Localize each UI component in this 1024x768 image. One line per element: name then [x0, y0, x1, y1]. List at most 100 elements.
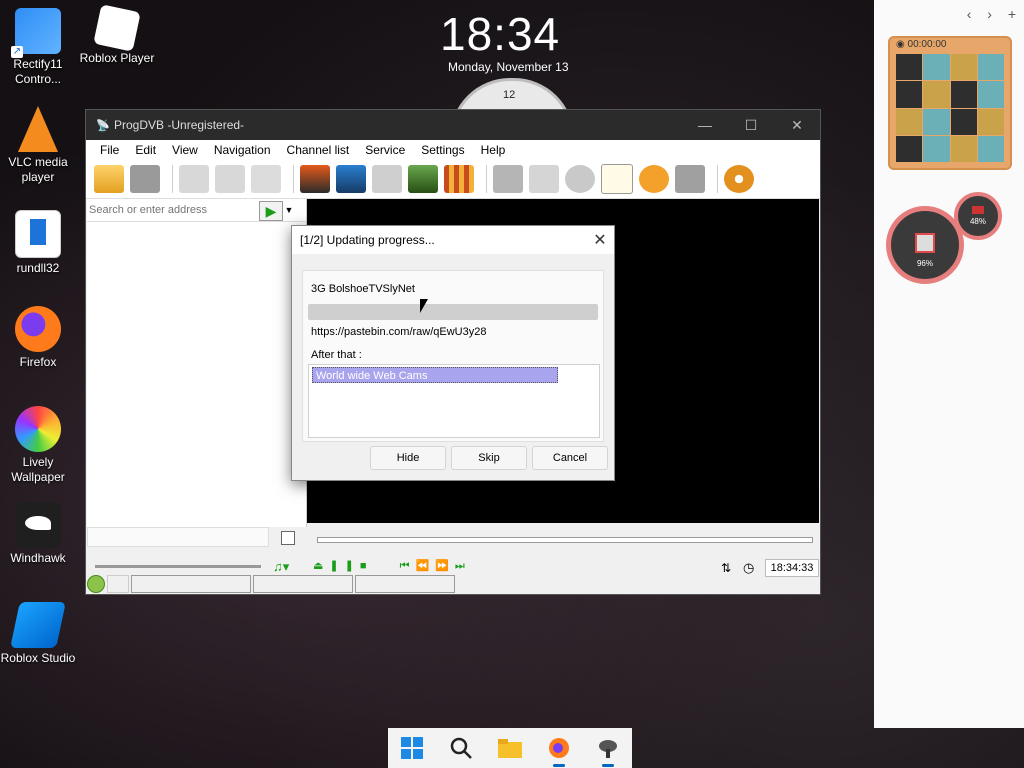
progdvb-taskbar-button[interactable] [594, 734, 622, 767]
tv-monitor-icon[interactable] [336, 165, 366, 193]
start-button[interactable] [398, 734, 426, 762]
disc-icon[interactable] [565, 165, 595, 193]
folder-icon [497, 739, 522, 758]
dialog-title: [1/2] Updating progress... [300, 233, 435, 247]
desktop-icon-roblox-studio[interactable]: Roblox Studio [0, 602, 76, 666]
window-titlebar[interactable]: 📡 ProgDVB -Unregistered- — ☐ ✕ [86, 110, 820, 140]
desktop-icon-vlc[interactable]: VLC media player [0, 106, 76, 185]
minimize-button[interactable]: — [682, 117, 728, 134]
puzzle-timer: ◉ 00:00:00 [896, 39, 947, 50]
seek-bar[interactable] [317, 537, 813, 543]
add-icon[interactable]: + [1008, 6, 1016, 22]
film-icon[interactable] [493, 165, 523, 193]
analog-clock-12: 12 [503, 89, 516, 101]
picture-icon[interactable] [408, 165, 438, 193]
desktop-icon-label: Lively Wallpaper [11, 455, 65, 484]
menu-channel-list[interactable]: Channel list [279, 143, 358, 157]
desktop-icon-roblox-player[interactable]: Roblox Player [79, 4, 155, 66]
notes-icon[interactable] [601, 164, 633, 194]
equalizer-icon[interactable]: ⇅ [721, 561, 731, 575]
rewind-icon[interactable]: ⏪ [415, 560, 435, 572]
volume-slider[interactable] [95, 565, 261, 568]
subs-icon[interactable] [529, 165, 559, 193]
desktop-icon-rundll32[interactable]: rundll32 [0, 210, 76, 276]
gauge-small-value: 48% [969, 217, 986, 226]
firefox-icon [15, 306, 61, 352]
3d-icon[interactable] [372, 165, 402, 193]
cancel-button[interactable]: Cancel [532, 446, 608, 470]
toolbar-separator [293, 165, 294, 193]
roblox-studio-icon [10, 602, 66, 648]
menu-settings[interactable]: Settings [413, 143, 472, 157]
clock-icon[interactable]: ◷ [743, 560, 754, 576]
hide-button[interactable]: Hide [370, 446, 446, 470]
chevron-down-icon[interactable]: ▼ [283, 199, 295, 221]
dialog-body: 3G BolshoeTVSlyNet https://pastebin.com/… [302, 270, 604, 442]
mouse-cursor-icon [420, 299, 428, 313]
toolbar-separator [486, 165, 487, 193]
after-list[interactable]: World wide Web Cams [308, 364, 600, 438]
menu-file[interactable]: File [92, 143, 127, 157]
eject-icon[interactable]: ⏏ [313, 560, 329, 572]
stop-icon[interactable]: ■ [360, 560, 373, 572]
scan-icon[interactable] [251, 165, 281, 193]
playback-buttons: ⏏❚❚■ ⏮⏪⏩⏭ [313, 559, 471, 573]
desktop-icon-rectify11[interactable]: ↗ Rectify11 Contro... [0, 8, 76, 87]
satellite-dish-icon [598, 740, 617, 758]
maximize-button[interactable]: ☐ [728, 117, 774, 134]
forward-arrow-icon[interactable] [215, 165, 245, 193]
prev-icon[interactable]: ‹ [967, 6, 972, 22]
gauge-icon [915, 233, 935, 253]
menu-help[interactable]: Help [473, 143, 514, 157]
mosaic-icon[interactable] [444, 165, 474, 193]
window-controls: — ☐ ✕ [682, 117, 820, 134]
menu-service[interactable]: Service [357, 143, 413, 157]
skip-button[interactable]: Skip [451, 446, 527, 470]
player-controls: ♫▾ ⏏❚❚■ ⏮⏪⏩⏭ ⇅ ◷ 18:34:33 [87, 527, 819, 593]
firefox-taskbar-button[interactable] [545, 734, 573, 767]
tv-sunset-icon[interactable] [300, 165, 330, 193]
pause-icon[interactable]: ❚❚ [329, 560, 359, 572]
status-ok-icon [87, 575, 105, 593]
record-list-icon[interactable] [130, 165, 160, 193]
desktop-icon-windhawk[interactable]: Windhawk [0, 502, 76, 566]
gauge-small-icon [972, 206, 984, 214]
prev-icon[interactable]: ⏮ [400, 560, 416, 572]
menu-view[interactable]: View [164, 143, 206, 157]
timer-clock-icon[interactable] [639, 165, 669, 193]
menu-navigation[interactable]: Navigation [206, 143, 279, 157]
windows-logo-icon [401, 737, 424, 759]
desktop-icon-lively[interactable]: Lively Wallpaper [0, 406, 76, 485]
puzzle-widget[interactable]: ◉ 00:00:00 [888, 36, 1012, 170]
search-icon [450, 737, 473, 759]
close-button[interactable]: ✕ [774, 117, 820, 134]
file-explorer-button[interactable] [496, 734, 524, 762]
desktop-icon-label: rundll32 [16, 261, 60, 275]
back-arrow-icon[interactable] [179, 165, 209, 193]
toolbar [86, 160, 820, 199]
document-icon [15, 210, 61, 258]
eagle-icon [15, 502, 61, 548]
list-icon[interactable] [281, 531, 295, 545]
next-icon[interactable]: › [987, 6, 992, 22]
close-icon[interactable]: ✕ [586, 230, 614, 250]
open-folder-icon[interactable] [94, 165, 124, 193]
channel-list-pane: ▶ ▼ [87, 199, 307, 527]
search-button[interactable] [447, 734, 475, 762]
panel-icon[interactable] [675, 165, 705, 193]
window-title: ProgDVB -Unregistered- [114, 118, 245, 132]
audio-note-icon[interactable]: ♫▾ [273, 559, 289, 575]
puzzle-grid[interactable] [896, 54, 1004, 162]
forward-icon[interactable]: ⏩ [435, 560, 455, 572]
menu-edit[interactable]: Edit [127, 143, 164, 157]
play-icon[interactable]: ▶ [259, 201, 283, 221]
desktop-clock: 18:34 Monday, November 13 [440, 8, 580, 74]
list-item[interactable]: World wide Web Cams [312, 367, 558, 383]
gear-icon[interactable] [724, 165, 754, 193]
address-input[interactable] [87, 199, 259, 221]
desktop-icon-firefox[interactable]: Firefox [0, 306, 76, 370]
progress-bar [308, 304, 598, 320]
dialog-titlebar[interactable]: [1/2] Updating progress... ✕ [292, 226, 614, 254]
next-icon[interactable]: ⏭ [455, 560, 471, 572]
clock-time: 18:34 [440, 8, 561, 60]
